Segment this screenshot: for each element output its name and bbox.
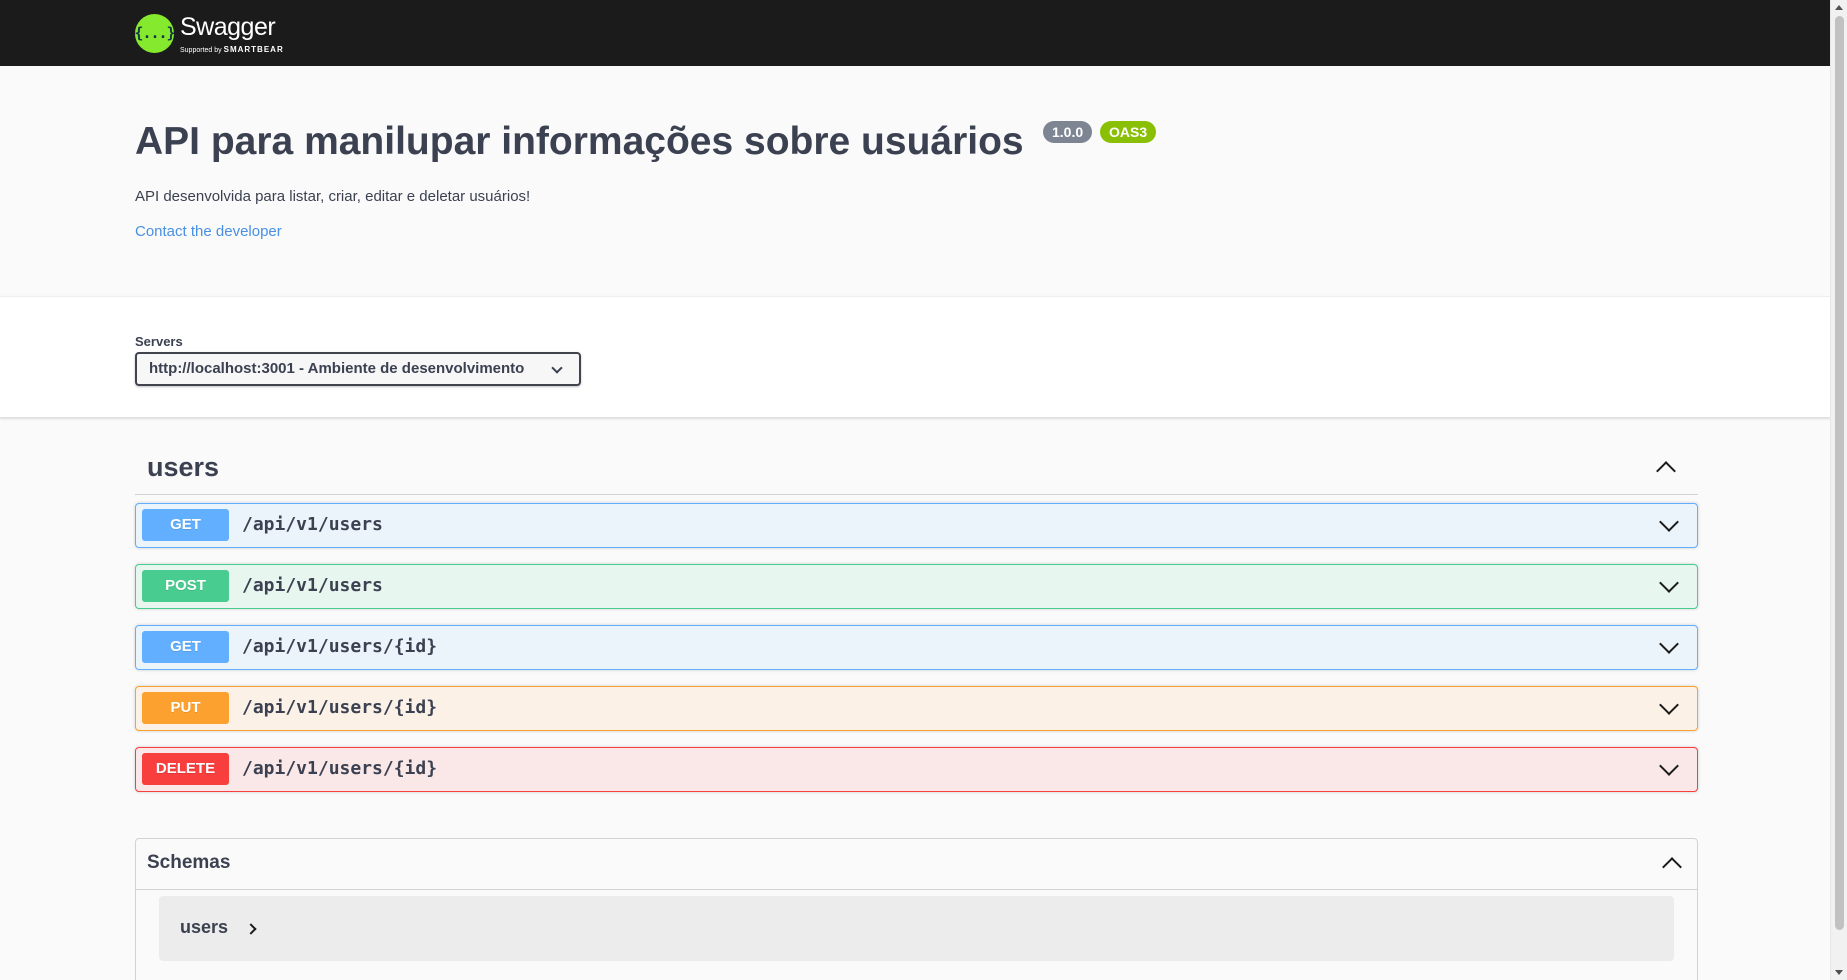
chevron-down-icon[interactable] xyxy=(1659,756,1679,776)
scrollbar-thumb[interactable] xyxy=(1835,16,1844,930)
method-badge: GET xyxy=(142,509,229,541)
schemas-header[interactable]: Schemas xyxy=(136,839,1697,890)
collapse-schemas-icon[interactable] xyxy=(1662,857,1682,877)
chevron-down-icon[interactable] xyxy=(1659,573,1679,593)
schemas-section: Schemas users xyxy=(135,838,1698,980)
logo-supported-label: Supported by xyxy=(180,47,222,54)
chevron-down-icon xyxy=(551,362,563,374)
collapse-tag-icon[interactable] xyxy=(1656,461,1676,481)
topbar: {...} Swagger Supported by SMARTBEAR xyxy=(0,0,1830,66)
chevron-down-icon[interactable] xyxy=(1659,634,1679,654)
api-description: API desenvolvida para listar, criar, edi… xyxy=(135,188,531,205)
operation-path: /api/v1/users xyxy=(242,514,383,535)
schemas-title: Schemas xyxy=(147,852,231,873)
swagger-logo[interactable]: {...} Swagger Supported by SMARTBEAR xyxy=(134,11,295,55)
swagger-logo-text: Swagger Supported by SMARTBEAR xyxy=(180,11,295,55)
chevron-down-icon[interactable] xyxy=(1659,512,1679,532)
servers-selected-value: http://localhost:3001 - Ambiente de dese… xyxy=(149,360,525,377)
servers-section: Servers http://localhost:3001 - Ambiente… xyxy=(0,296,1830,418)
servers-label: Servers xyxy=(135,334,183,349)
scroll-up-arrow-icon[interactable] xyxy=(1835,5,1843,10)
scroll-down-arrow-icon[interactable] xyxy=(1835,970,1843,975)
tag-name: users xyxy=(147,452,220,482)
operation-path: /api/v1/users/{id} xyxy=(242,636,438,657)
tag-users-header[interactable]: users xyxy=(135,440,1698,495)
operation-get-users[interactable]: GET /api/v1/users xyxy=(135,503,1698,548)
operation-delete-user[interactable]: DELETE /api/v1/users/{id} xyxy=(135,747,1698,792)
page-title: API para manilupar informações sobre usu… xyxy=(135,120,1024,163)
method-badge: PUT xyxy=(142,692,229,724)
method-badge: POST xyxy=(142,570,229,602)
operation-path: /api/v1/users xyxy=(242,575,383,596)
logo-supported-by: Supported by SMARTBEAR xyxy=(180,45,284,54)
vertical-scrollbar[interactable] xyxy=(1830,0,1847,980)
schema-model-users[interactable]: users xyxy=(159,896,1674,961)
chevron-right-icon[interactable] xyxy=(245,923,257,935)
version-badge: 1.0.0 xyxy=(1043,121,1093,143)
operation-post-users[interactable]: POST /api/v1/users xyxy=(135,564,1698,609)
logo-name: Swagger xyxy=(180,13,276,41)
method-badge: GET xyxy=(142,631,229,663)
swagger-logo-icon: {...} xyxy=(134,13,176,53)
contact-developer-link[interactable]: Contact the developer xyxy=(135,223,282,240)
model-name: users xyxy=(180,917,229,937)
chevron-down-icon[interactable] xyxy=(1659,695,1679,715)
method-badge: DELETE xyxy=(142,753,229,785)
operation-get-user-by-id[interactable]: GET /api/v1/users/{id} xyxy=(135,625,1698,670)
servers-select[interactable]: http://localhost:3001 - Ambiente de dese… xyxy=(135,352,581,386)
operation-put-user[interactable]: PUT /api/v1/users/{id} xyxy=(135,686,1698,731)
api-info: API para manilupar informações sobre usu… xyxy=(0,66,1830,296)
operation-path: /api/v1/users/{id} xyxy=(242,758,438,779)
logo-brand: SMARTBEAR xyxy=(223,45,284,54)
oas-badge: OAS3 xyxy=(1100,121,1157,143)
operation-path: /api/v1/users/{id} xyxy=(242,697,438,718)
